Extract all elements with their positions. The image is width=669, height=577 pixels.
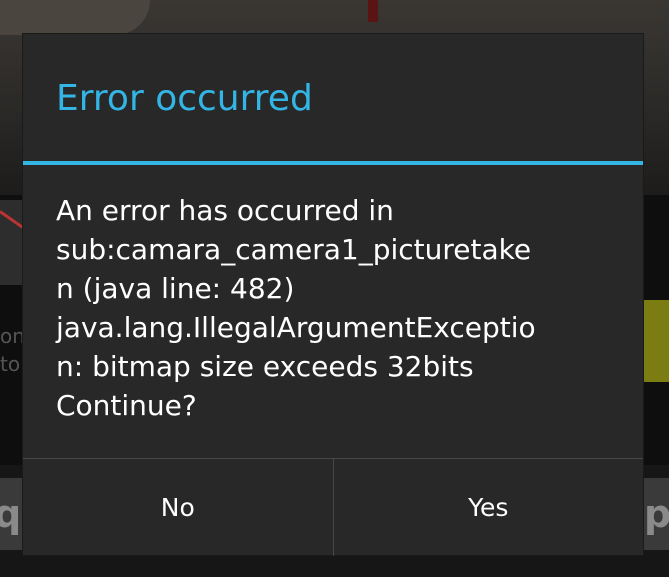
no-button[interactable]: No (23, 459, 333, 556)
dialog-message: An error has occurred in sub:camara_came… (56, 191, 616, 425)
background-text-fragment: on to (0, 324, 24, 376)
message-line: Continue? (56, 389, 197, 422)
background-button-fragment (642, 300, 669, 382)
dialog-button-bar: No Yes (23, 458, 643, 556)
message-line: n (java line: 482) (56, 272, 295, 305)
dialog-title: Error occurred (56, 78, 313, 119)
title-divider (23, 161, 643, 165)
message-line: sub:camara_camera1_picturetake (56, 233, 532, 266)
background-key-p: p (642, 478, 669, 550)
message-line: java.lang.IllegalArgumentExceptio (56, 311, 536, 344)
background-decoration (368, 0, 378, 22)
yes-button[interactable]: Yes (334, 459, 644, 556)
message-line: n: bitmap size exceeds 32bits (56, 350, 474, 383)
screen: on to q p Error occurred An error has oc… (0, 0, 669, 577)
message-line: An error has occurred in (56, 194, 394, 227)
slash-icon (0, 210, 24, 229)
error-dialog: Error occurred An error has occurred in … (23, 34, 643, 556)
background-image-fragment (0, 0, 150, 35)
background-key-q: q (0, 478, 24, 550)
background-disabled-icon (0, 200, 24, 285)
